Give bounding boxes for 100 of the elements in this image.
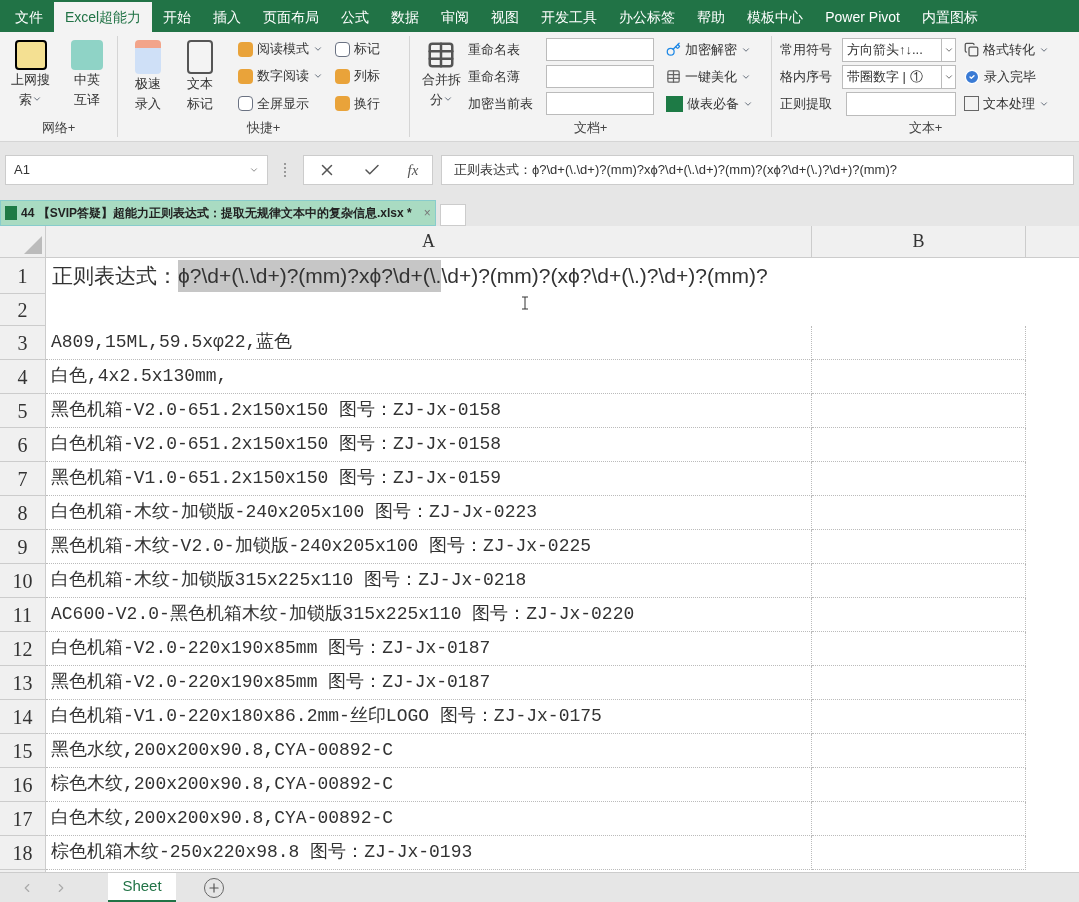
row-header[interactable]: 17 — [0, 802, 46, 836]
ribbon-tab[interactable]: 文件 — [4, 2, 54, 32]
text-cursor-icon — [521, 296, 529, 310]
row-header[interactable]: 18 — [0, 836, 46, 870]
ribbon-tab[interactable]: 插入 — [202, 2, 253, 32]
row-header[interactable]: 11 — [0, 598, 46, 632]
ribbon-tab[interactable]: 帮助 — [686, 2, 737, 32]
row-header[interactable]: 13 — [0, 666, 46, 700]
selected-text: ϕ?\d+(\.\d+)?(mm)?xϕ?\d+(\. — [178, 260, 442, 292]
formula-field[interactable]: 正则表达式：ϕ?\d+(\.\d+)?(mm)?xϕ?\d+(\.\d+)?(mm)?(xϕ?\d+(\.)?\d+)?(mm)? — [441, 155, 1074, 185]
table-cell: 白色机箱-V2.0-220x190x85mm 图号：ZJ-Jx-0187 — [46, 632, 812, 666]
table-cell: 正则表达式：ϕ?\d+(\.\d+)?(mm)?xϕ?\d+(\.\d+)?(mm)?(xϕ?\d+(\.)?\d+)?(mm)? — [46, 258, 768, 294]
ribbon-tab[interactable]: 办公标签 — [608, 2, 687, 32]
row-header[interactable]: 15 — [0, 734, 46, 768]
row-header[interactable]: 7 — [0, 462, 46, 496]
ribbon-tab[interactable]: 内置图标 — [910, 2, 989, 32]
row-header[interactable]: 14 — [0, 700, 46, 734]
new-tab-button[interactable] — [439, 204, 466, 226]
dropdown-field[interactable]: 带圈数字 | ① — [842, 64, 956, 89]
row-header[interactable]: 3 — [0, 326, 46, 360]
ribbon-tab[interactable]: Excel超能力 — [54, 2, 153, 32]
table-cell: 黑色机箱-V2.0-220x190x85mm 图号：ZJ-Jx-0187 — [46, 666, 812, 700]
table-cell: 白色机箱-V2.0-651.2x150x150 图号：ZJ-Jx-0158 — [46, 428, 812, 462]
ribbon-button[interactable]: 录入完毕 — [984, 66, 1036, 87]
table-cell: 棕色机箱木纹-250x220x98.8 图号：ZJ-Jx-0193 — [46, 836, 812, 870]
file-tab[interactable]: 44 【SVIP答疑】超能力正则表达式：提取无规律文本中的复杂信息.xlsx * × — [0, 200, 436, 226]
ribbon-button[interactable]: 标记 — [354, 39, 380, 59]
ribbon-button[interactable]: 文本 标记 — [178, 36, 222, 118]
table-cell: 黑色机箱-木纹-V2.0-加锁版-240x205x100 图号：ZJ-Jx-0225 — [46, 530, 812, 564]
key-icon — [666, 42, 681, 57]
field-label: 正则提取 — [780, 94, 833, 113]
checkbox[interactable] — [238, 95, 253, 111]
ribbon-tab[interactable]: 审阅 — [430, 2, 481, 32]
ribbon-button[interactable]: 加密解密 — [685, 39, 737, 60]
ribbon-tab[interactable]: 公式 — [330, 2, 381, 32]
dropdown-field[interactable]: 方向箭头↑↓... — [842, 37, 956, 62]
ribbon-tab[interactable]: 视图 — [480, 2, 531, 32]
table-cell: 黑色水纹,200x200x90.8,CYA-00892-C — [46, 734, 812, 768]
ribbon-tab[interactable]: 开发工具 — [530, 2, 609, 32]
ribbon-tab[interactable]: 模板中心 — [736, 2, 815, 32]
table-icon — [426, 40, 456, 70]
ribbon-button[interactable]: 一键美化 — [685, 66, 737, 87]
ribbon-button[interactable]: 换行 — [354, 93, 380, 114]
text-icon — [964, 96, 979, 111]
row-header[interactable]: 16 — [0, 768, 46, 802]
ribbon-button[interactable]: 文本处理 — [983, 93, 1035, 114]
table-cell: 白色,4x2.5x130mm, — [46, 360, 812, 394]
caret-icon — [313, 44, 323, 54]
group-label: 网络+ — [40, 118, 77, 137]
row-header[interactable]: 5 — [0, 394, 46, 428]
splitter-icon — [284, 163, 287, 177]
row-header[interactable]: 1 — [0, 258, 46, 294]
caret-icon — [249, 165, 259, 175]
ribbon-tab[interactable]: 开始 — [152, 2, 203, 32]
input-field[interactable] — [546, 65, 654, 88]
row-header[interactable]: 6 — [0, 428, 46, 462]
name-box[interactable]: A1 — [5, 155, 268, 185]
input-field[interactable] — [546, 92, 654, 115]
merge-split-button[interactable]: 合并拆 分 — [418, 36, 464, 118]
spreadsheet-icon — [666, 95, 683, 112]
table-cell: 白色木纹,200x200x90.8,CYA-00892-C — [46, 802, 812, 836]
field-label: 重命名薄 — [468, 67, 521, 86]
column-header[interactable]: B — [812, 226, 1026, 257]
ribbon-button[interactable]: 中英 互译 — [62, 36, 111, 118]
ribbon-button[interactable]: 极速 录入 — [126, 36, 170, 118]
group-label: 文档+ — [572, 118, 609, 137]
table-cell: 棕色木纹,200x200x90.8,CYA-00892-C — [46, 768, 812, 802]
ribbon-tab[interactable]: Power Pivot — [814, 2, 911, 32]
excel-file-icon — [5, 206, 17, 220]
row-header[interactable]: 9 — [0, 530, 46, 564]
input-field[interactable] — [546, 38, 654, 61]
format-icon — [964, 42, 979, 57]
row-header[interactable]: 4 — [0, 360, 46, 394]
ribbon-tab[interactable]: 数据 — [380, 2, 431, 32]
table-cell: AC600-V2.0-黑色机箱木纹-加锁版315x225x110 图号：ZJ-Jx-0220 — [46, 598, 812, 632]
table-cell: A809,15ML,59.5xφ22,蓝色 — [46, 326, 812, 360]
ribbon-button[interactable]: 列标 — [354, 66, 380, 86]
row-header[interactable]: 8 — [0, 496, 46, 530]
ribbon-button[interactable]: 阅读模式 — [257, 39, 309, 59]
ribbon-tab[interactable]: 页面布局 — [252, 2, 331, 32]
row-header[interactable]: 10 — [0, 564, 46, 598]
table-cell: 黑色机箱-V1.0-651.2x150x150 图号：ZJ-Jx-0159 — [46, 462, 812, 496]
ribbon-button[interactable]: 格式转化 — [983, 39, 1035, 60]
field-label: 格内序号 — [780, 67, 833, 86]
row-header[interactable]: 2 — [0, 294, 46, 326]
table-cell: 白色机箱-V1.0-220x180x86.2mm-丝印LOGO 图号：ZJ-Jx-0175 — [46, 700, 812, 734]
group-label: 快捷+ — [245, 118, 282, 137]
ribbon-button[interactable]: 全屏显示 — [257, 93, 309, 114]
sheet-tab[interactable]: Sheet — [108, 872, 176, 902]
row-header[interactable]: 12 — [0, 632, 46, 666]
insert-function-button[interactable]: fx — [407, 158, 419, 182]
ribbon-button[interactable]: 做表必备 — [687, 93, 739, 114]
table-cell: 黑色机箱-V2.0-651.2x150x150 图号：ZJ-Jx-0158 — [46, 394, 812, 428]
ribbon-button[interactable]: 上网搜 索 — [6, 36, 55, 118]
input-field[interactable] — [846, 91, 956, 116]
ribbon-button[interactable]: 数字阅读 — [257, 66, 309, 86]
checkbox[interactable] — [335, 41, 350, 57]
group-label: 文本+ — [907, 118, 944, 137]
column-header[interactable]: A — [46, 226, 812, 257]
table-cell: 白色机箱-木纹-加锁版315x225x110 图号：ZJ-Jx-0218 — [46, 564, 812, 598]
